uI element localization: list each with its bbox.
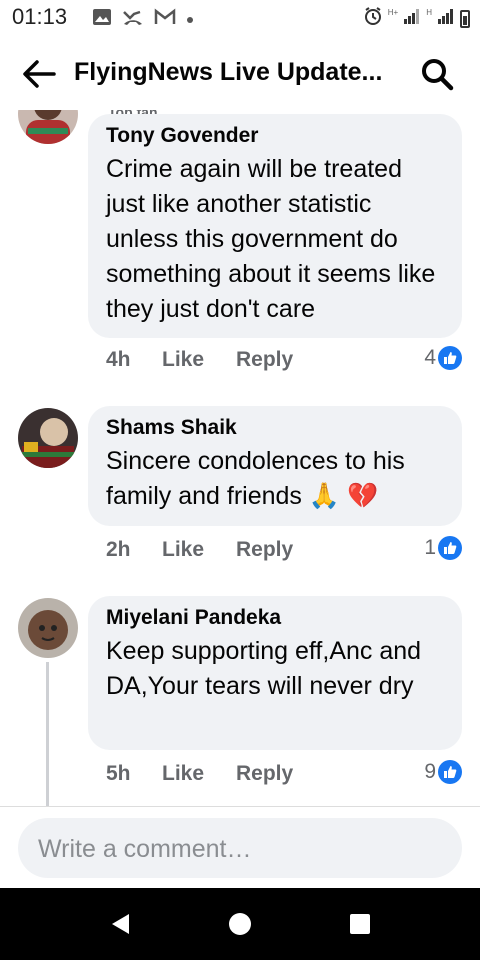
nav-home-button[interactable] <box>220 908 260 944</box>
reply-button[interactable]: Reply <box>236 762 293 786</box>
reaction-count-value: 4 <box>424 346 436 369</box>
status-left-icons <box>92 8 194 31</box>
composer-divider <box>0 806 480 807</box>
reaction-count[interactable]: 4 <box>424 346 462 370</box>
reply-button[interactable]: Reply <box>236 348 293 372</box>
thumbs-up-icon <box>438 346 462 370</box>
signal-icon <box>403 8 421 29</box>
like-button[interactable]: Like <box>162 762 236 786</box>
signal-icon <box>437 8 455 29</box>
notification-dot-icon <box>186 11 194 29</box>
network-label-2: H <box>426 8 432 17</box>
comment-time[interactable]: 5h <box>106 762 162 786</box>
avatar[interactable] <box>18 598 78 658</box>
comment-time[interactable]: 2h <box>106 538 162 562</box>
network-label-1: H+ <box>387 8 399 17</box>
status-time: 01:13 <box>12 4 68 29</box>
reaction-count[interactable]: 1 <box>424 536 462 560</box>
thumbs-up-icon <box>438 760 462 784</box>
reaction-count[interactable]: 9 <box>424 760 462 784</box>
page-title: FlyingNews Live Update... <box>74 58 383 86</box>
comment-text: Crime again will be treated just like an… <box>106 155 436 323</box>
search-icon <box>420 59 454 95</box>
nav-recents-button[interactable] <box>340 908 380 944</box>
back-button[interactable] <box>22 57 62 95</box>
alarm-icon <box>363 6 383 31</box>
comment-actions: 4h Like Reply <box>106 348 293 372</box>
arrow-left-icon <box>22 59 56 94</box>
status-bar: 01:13 H+ H <box>0 0 480 36</box>
comment-bubble[interactable]: Tony Govender Crime again will be treate… <box>88 114 462 338</box>
comment-input[interactable] <box>36 818 440 880</box>
missed-call-icon <box>122 8 144 31</box>
avatar[interactable] <box>18 110 78 144</box>
circle-home-icon <box>228 912 252 941</box>
search-button[interactable] <box>420 57 460 97</box>
thread-line <box>46 662 49 806</box>
reaction-count-value: 1 <box>424 536 436 559</box>
comment-composer[interactable] <box>18 818 462 880</box>
app-header: FlyingNews Live Update... <box>0 40 480 110</box>
comment-text: Sincere condolences to his family and fr… <box>106 447 405 510</box>
system-nav-bar <box>0 888 480 960</box>
thumbs-up-icon <box>438 536 462 560</box>
square-recents-icon <box>349 913 371 940</box>
like-button[interactable]: Like <box>162 348 236 372</box>
reply-button[interactable]: Reply <box>236 538 293 562</box>
gallery-icon <box>92 8 112 31</box>
reaction-count-value: 9 <box>424 760 436 783</box>
comment-actions: 5h Like Reply <box>106 762 293 786</box>
comment-time[interactable]: 4h <box>106 348 162 372</box>
comment-author[interactable]: Shams Shaik <box>106 416 444 440</box>
gmail-icon <box>154 8 176 31</box>
comment-text: Keep supporting eff,Anc and DA,Your tear… <box>106 637 422 700</box>
comment-author[interactable]: Tony Govender <box>106 124 444 148</box>
status-right-icons: H+ H <box>363 6 470 31</box>
like-button[interactable]: Like <box>162 538 236 562</box>
comment-author[interactable]: Miyelani Pandeka <box>106 606 444 630</box>
comment-actions: 2h Like Reply <box>106 538 293 562</box>
battery-icon <box>460 9 470 28</box>
comment-bubble[interactable]: Miyelani Pandeka Keep supporting eff,Anc… <box>88 596 462 750</box>
triangle-back-icon <box>109 912 131 941</box>
avatar[interactable] <box>18 408 78 468</box>
nav-back-button[interactable] <box>100 908 140 944</box>
comments-list: Top fan Tony Govender Crime again will b… <box>0 110 480 806</box>
comment-bubble[interactable]: Shams Shaik Sincere condolences to his f… <box>88 406 462 526</box>
